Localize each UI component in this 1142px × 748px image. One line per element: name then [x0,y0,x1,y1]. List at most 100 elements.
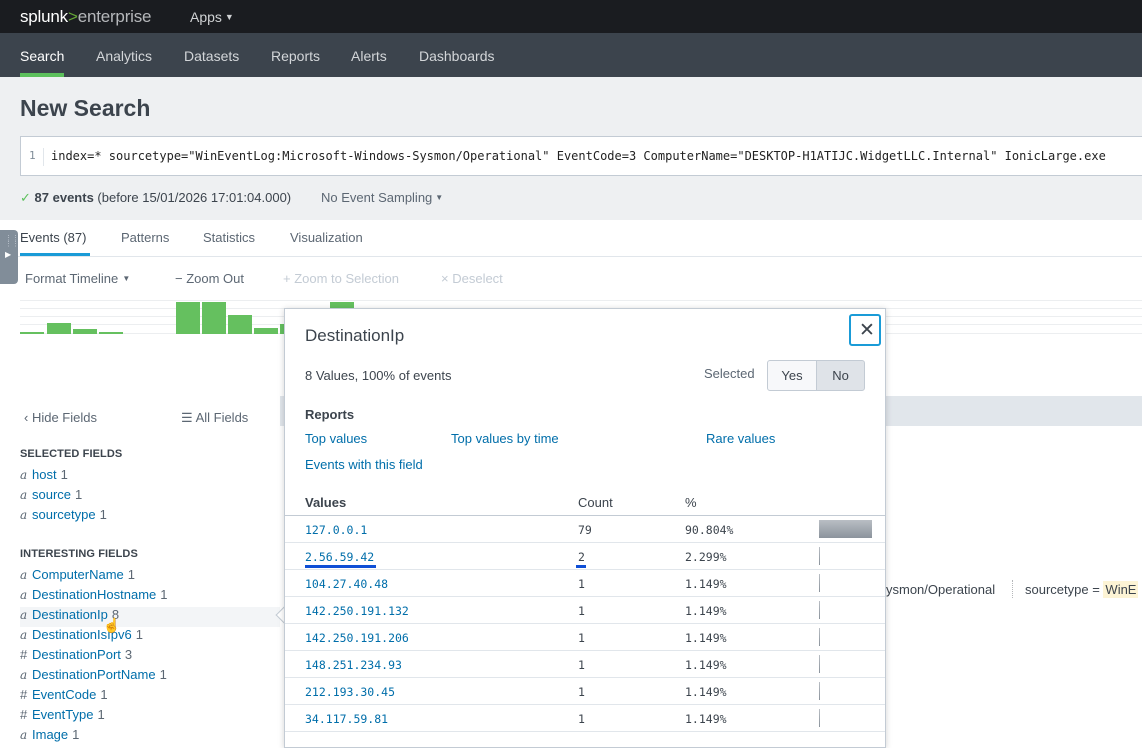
field-name[interactable]: source [32,487,71,502]
search-query[interactable]: index=* sourcetype="WinEventLog:Microsof… [43,148,1106,166]
close-icon: ✕ [859,320,875,341]
value-percent: 1.149% [685,631,727,645]
zoom-to-selection-button[interactable]: + Zoom to Selection [283,271,399,286]
nav-dashboards[interactable]: Dashboards [419,48,495,64]
field-item[interactable]: # EventType 1 [20,707,105,722]
tab-statistics[interactable]: Statistics [203,230,255,245]
splunk-logo[interactable]: splunk>enterprise [20,7,151,27]
timeline-bar[interactable] [202,302,226,334]
field-item[interactable]: # EventCode 1 [20,687,108,702]
apps-menu[interactable]: Apps ▼ [190,9,234,25]
timeline-bar[interactable] [254,328,278,334]
all-fields-button[interactable]: ☰ All Fields [181,410,248,426]
events-with-field-link[interactable]: Events with this field [305,457,423,472]
top-values-by-time-link[interactable]: Top values by time [451,431,559,446]
field-item[interactable]: a DestinationHostname 1 [20,587,168,602]
hide-fields-button[interactable]: ‹ Hide Fields [24,410,97,425]
event-sourcetype-field[interactable]: sourcetype = WinE [1025,581,1139,598]
field-item[interactable]: a source 1 [20,487,82,502]
value-link[interactable]: 212.193.30.45 [305,685,395,699]
hand-cursor-icon: ☝ [103,617,121,633]
close-icon: × [441,271,453,286]
tab-events[interactable]: Events (87) [20,230,86,245]
nav-alerts[interactable]: Alerts [351,48,387,64]
field-name[interactable]: host [32,467,57,482]
side-panel-handle[interactable]: ⋮⋮ ⋮⋮ ▶ [0,230,19,284]
nav-analytics[interactable]: Analytics [96,48,152,64]
value-link[interactable]: 148.251.234.93 [305,658,402,672]
sourcetype-value[interactable]: WinE [1103,581,1139,598]
value-link[interactable]: 2.56.59.42 [305,550,374,564]
table-row[interactable]: 142.250.191.206 1 1.149% [285,624,885,651]
zoom-out-button[interactable]: − Zoom Out [175,271,244,286]
format-timeline-dropdown[interactable]: Format Timeline ▼ [25,271,130,286]
string-type-icon: a [20,588,28,602]
timeline-bar[interactable] [47,323,71,334]
selected-label: Selected [704,366,755,381]
selected-yes-button[interactable]: Yes [767,360,817,391]
nav-search[interactable]: Search [20,48,64,64]
value-count: 79 [578,523,592,537]
field-item[interactable]: a host 1 [20,467,68,482]
tab-visualization[interactable]: Visualization [290,230,363,245]
field-name[interactable]: DestinationPortName [32,667,156,682]
value-link[interactable]: 142.250.191.132 [305,604,409,618]
nav-reports[interactable]: Reports [271,48,320,64]
field-item[interactable]: a DestinationIsIpv6 1 [20,627,143,642]
timeline-bar[interactable] [176,302,200,334]
field-count: 1 [60,467,68,482]
field-item[interactable]: a Image 1 [20,727,79,742]
table-row[interactable]: 104.27.40.48 1 1.149% [285,570,885,597]
hide-fields-label: Hide Fields [31,410,97,425]
field-name[interactable]: DestinationHostname [32,587,156,602]
timeline-bar[interactable] [73,329,97,334]
timeline-bar[interactable] [228,315,252,334]
value-link[interactable]: 34.117.59.81 [305,712,388,726]
timeline-bar[interactable] [99,332,123,334]
nav-datasets[interactable]: Datasets [184,48,239,64]
reports-header: Reports [305,407,355,422]
list-icon: ☰ [181,410,196,425]
table-row[interactable]: 34.117.59.81 1 1.149% [285,705,885,732]
table-row[interactable]: 2.56.59.42 2 2.299% [285,543,885,570]
event-sampling-dropdown[interactable]: No Event Sampling ▼ [321,190,443,205]
field-name[interactable]: DestinationPort [32,647,121,662]
value-percent: 1.149% [685,685,727,699]
field-item[interactable]: a DestinationPortName 1 [20,667,167,682]
value-count: 1 [578,631,585,645]
table-row[interactable]: 127.0.0.1 79 90.804% [285,516,885,543]
rare-values-link[interactable]: Rare values [706,431,775,446]
field-count: 1 [75,487,83,502]
value-link[interactable]: 104.27.40.48 [305,577,388,591]
tab-patterns[interactable]: Patterns [121,230,169,245]
table-row[interactable]: 212.193.30.45 1 1.149% [285,678,885,705]
value-link[interactable]: 142.250.191.206 [305,631,409,645]
table-row[interactable]: 148.251.234.93 1 1.149% [285,651,885,678]
field-name[interactable]: sourcetype [32,507,96,522]
field-item[interactable]: # DestinationPort 3 [20,647,132,662]
field-name[interactable]: ComputerName [32,567,124,582]
all-fields-label: All Fields [195,410,249,425]
search-input[interactable]: 1 index=* sourcetype="WinEventLog:Micros… [20,136,1142,176]
deselect-button[interactable]: × Deselect [441,271,503,286]
field-count: 1 [160,587,168,602]
event-source-value[interactable]: ysmon/Operational [886,582,995,597]
table-row[interactable]: 142.250.191.132 1 1.149% [285,597,885,624]
top-bar: splunk>enterprise Apps ▼ [0,0,1142,33]
selected-no-button[interactable]: No [816,360,865,391]
timeline-bar[interactable] [20,332,44,334]
field-item[interactable]: a ComputerName 1 [20,567,135,582]
field-item[interactable]: a DestinationIp 8 [20,607,280,627]
value-link[interactable]: 127.0.0.1 [305,523,367,537]
close-button[interactable]: ✕ [849,314,881,346]
field-name[interactable]: Image [32,727,68,742]
interesting-fields-header: INTERESTING FIELDS [20,548,138,560]
field-item[interactable]: a sourcetype 1 [20,507,107,522]
field-name[interactable]: DestinationIp [32,607,108,622]
value-count: 2 [578,550,585,564]
field-name[interactable]: EventCode [32,687,96,702]
field-name[interactable]: EventType [32,707,93,722]
chevron-left-icon: ‹ [24,410,32,425]
top-values-link[interactable]: Top values [305,431,367,446]
string-type-icon: a [20,568,28,582]
